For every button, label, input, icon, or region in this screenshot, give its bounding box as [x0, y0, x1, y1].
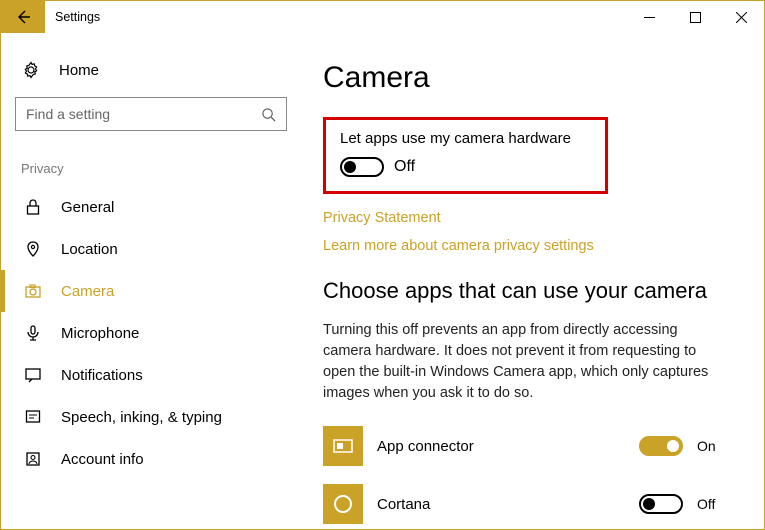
sidebar-item-location[interactable]: Location — [1, 228, 287, 270]
maximize-button[interactable] — [672, 1, 718, 33]
sidebar-item-speech[interactable]: Speech, inking, & typing — [1, 396, 287, 438]
app-row-cortana: Cortana Off — [323, 484, 723, 524]
minimize-button[interactable] — [626, 1, 672, 33]
sidebar-item-label: Account info — [61, 451, 144, 468]
microphone-icon — [23, 324, 43, 342]
sidebar-item-account[interactable]: Account info — [1, 438, 287, 480]
app-connector-toggle[interactable] — [639, 436, 683, 456]
sidebar-item-label: General — [61, 199, 114, 216]
highlighted-setting: Let apps use my camera hardware Off — [323, 117, 608, 194]
account-icon — [23, 450, 43, 468]
speech-icon — [23, 408, 43, 426]
app-state: Off — [697, 496, 723, 512]
app-connector-icon — [323, 426, 363, 466]
close-icon — [736, 12, 747, 23]
back-button[interactable] — [1, 1, 45, 33]
home-label: Home — [59, 62, 99, 79]
lock-icon — [23, 198, 43, 216]
cortana-toggle[interactable] — [639, 494, 683, 514]
arrow-left-icon — [14, 8, 32, 26]
maximize-icon — [690, 12, 701, 23]
page-title: Camera — [323, 61, 742, 95]
sidebar-item-label: Speech, inking, & typing — [61, 409, 222, 426]
gear-icon — [21, 61, 41, 79]
section-label: Privacy — [15, 161, 287, 186]
camera-access-toggle[interactable] — [340, 157, 384, 177]
search-input[interactable]: Find a setting — [15, 97, 287, 131]
minimize-icon — [644, 12, 655, 23]
toggle-state: Off — [394, 158, 415, 176]
section-subtitle: Choose apps that can use your camera — [323, 278, 742, 304]
camera-icon — [23, 282, 43, 300]
app-row-connector: App connector On — [323, 426, 723, 466]
sidebar-item-label: Microphone — [61, 325, 139, 342]
learn-more-link[interactable]: Learn more about camera privacy settings — [323, 238, 742, 254]
home-button[interactable]: Home — [15, 55, 287, 97]
sidebar-item-label: Notifications — [61, 367, 143, 384]
notifications-icon — [23, 366, 43, 384]
app-name: Cortana — [377, 496, 625, 513]
search-icon — [261, 107, 276, 122]
sidebar-item-notifications[interactable]: Notifications — [1, 354, 287, 396]
location-icon — [23, 240, 43, 258]
close-button[interactable] — [718, 1, 764, 33]
window-title: Settings — [45, 1, 110, 33]
sidebar-item-general[interactable]: General — [1, 186, 287, 228]
toggle-label: Let apps use my camera hardware — [340, 130, 591, 147]
app-state: On — [697, 438, 723, 454]
sidebar-item-microphone[interactable]: Microphone — [1, 312, 287, 354]
cortana-icon — [323, 484, 363, 524]
description-text: Turning this off prevents an app from di… — [323, 320, 723, 404]
sidebar-item-label: Location — [61, 241, 118, 258]
search-placeholder: Find a setting — [26, 106, 261, 122]
privacy-statement-link[interactable]: Privacy Statement — [323, 210, 742, 226]
sidebar-item-label: Camera — [61, 283, 114, 300]
app-name: App connector — [377, 438, 625, 455]
sidebar-item-camera[interactable]: Camera — [1, 270, 287, 312]
